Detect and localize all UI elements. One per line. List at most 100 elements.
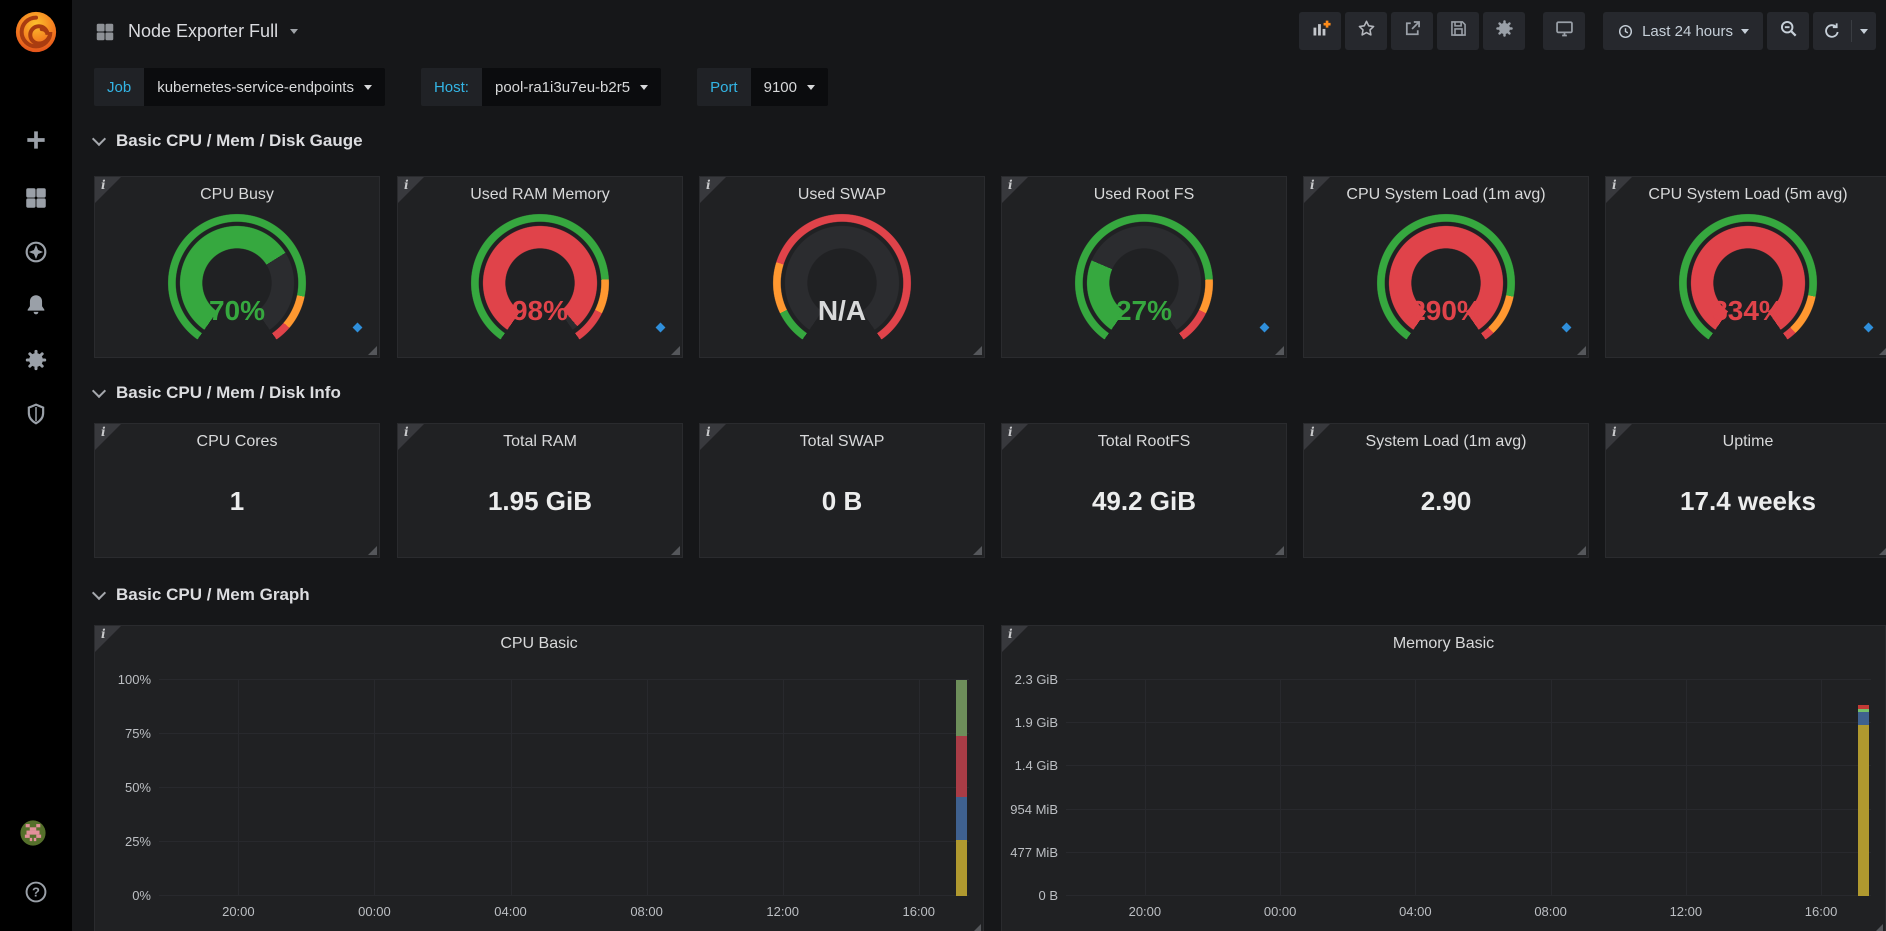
panel-title[interactable]: CPU System Load (1m avg): [1304, 186, 1588, 204]
y-axis-label: 100%: [81, 673, 151, 687]
annotation-marker: [1260, 323, 1270, 333]
dashboard-settings-button[interactable]: [1483, 12, 1525, 50]
gear-icon: [23, 347, 49, 378]
graph-plot-area[interactable]: 0 B477 MiB954 MiB1.4 GiB1.9 GiB2.3 GiB20…: [1066, 680, 1871, 896]
variable-value-dropdown[interactable]: kubernetes-service-endpoints: [144, 68, 385, 106]
panel-title[interactable]: Total RAM: [398, 433, 682, 451]
sidebar-item-help[interactable]: ?: [20, 876, 52, 908]
panel-title[interactable]: CPU Basic: [95, 635, 983, 653]
variable-value: 9100: [764, 79, 797, 96]
panel-title[interactable]: Used SWAP: [700, 186, 984, 204]
panel-title[interactable]: Used Root FS: [1002, 186, 1286, 204]
gridline: [919, 680, 920, 896]
panel-resize-handle[interactable]: [671, 346, 680, 355]
y-axis-label: 954 MiB: [988, 803, 1058, 817]
sidebar-item-alerting[interactable]: [20, 291, 52, 323]
sidebar-item-admin[interactable]: [20, 400, 52, 432]
gridline: [1066, 895, 1871, 896]
panel-title[interactable]: System Load (1m avg): [1304, 433, 1588, 451]
variable-label: Job: [94, 68, 144, 106]
panel-resize-handle[interactable]: [368, 346, 377, 355]
y-axis-label: 0%: [81, 889, 151, 903]
annotation-marker: [656, 323, 666, 333]
sidebar-item-create[interactable]: [20, 126, 52, 158]
panel-resize-handle[interactable]: [1879, 546, 1886, 555]
row-header-2[interactable]: Basic CPU / Mem / Disk Info: [94, 380, 341, 406]
annotation-marker: [1864, 323, 1874, 333]
add-panel-button[interactable]: [1299, 12, 1341, 50]
panel-title[interactable]: Uptime: [1606, 433, 1886, 451]
star-icon: [1356, 18, 1377, 44]
sidebar-item-configuration[interactable]: [20, 346, 52, 378]
panel-title[interactable]: CPU Busy: [95, 186, 379, 204]
refresh-button[interactable]: [1813, 12, 1851, 50]
panel: iCPU System Load (1m avg)290%: [1303, 176, 1589, 358]
variable-host[interactable]: Host: pool-ra1i3u7eu-b2r5: [421, 68, 661, 106]
variable-value: pool-ra1i3u7eu-b2r5: [495, 79, 630, 96]
variable-port[interactable]: Port 9100: [697, 68, 828, 106]
user-avatar[interactable]: [20, 820, 52, 852]
panel-resize-handle[interactable]: [671, 546, 680, 555]
grafana-dashboard: ? Node Exporter Full Last 24 hours Job k…: [0, 0, 1886, 931]
series-area-segment: [1858, 712, 1869, 725]
stat-value: 1: [95, 486, 379, 517]
dashboard-toolbar: Last 24 hours: [1295, 12, 1876, 50]
time-range-picker[interactable]: Last 24 hours: [1603, 12, 1763, 50]
panel: iCPU Basic0%25%50%75%100%20:0000:0004:00…: [94, 625, 984, 931]
sidebar-item-dashboards[interactable]: [20, 184, 52, 216]
panel-title[interactable]: Total SWAP: [700, 433, 984, 451]
save-dashboard-button[interactable]: [1437, 12, 1479, 50]
panel-resize-handle[interactable]: [1874, 924, 1883, 931]
row-header-3[interactable]: Basic CPU / Mem Graph: [94, 582, 310, 608]
series-area-segment: [956, 680, 967, 736]
top-navbar: Node Exporter Full Last 24 hours: [72, 0, 1886, 63]
stat-value: 2.90: [1304, 486, 1588, 517]
variable-label: Host:: [421, 68, 482, 106]
share-dashboard-button[interactable]: [1391, 12, 1433, 50]
panel-resize-handle[interactable]: [1577, 346, 1586, 355]
gauge-value-arc: [167, 213, 307, 353]
panel-title[interactable]: Used RAM Memory: [398, 186, 682, 204]
row-header-1[interactable]: Basic CPU / Mem / Disk Gauge: [94, 128, 363, 154]
chevron-down-icon: [807, 85, 815, 90]
refresh-interval-caret[interactable]: [1852, 12, 1876, 50]
panel-resize-handle[interactable]: [973, 346, 982, 355]
panel-title[interactable]: Total RootFS: [1002, 433, 1286, 451]
zoom-out-button[interactable]: [1767, 12, 1809, 50]
gauge-value: N/A: [772, 295, 912, 327]
panel-resize-handle[interactable]: [973, 546, 982, 555]
cycle-view-button[interactable]: [1543, 12, 1585, 50]
x-axis-label: 00:00: [1245, 904, 1315, 919]
gridline: [1066, 722, 1871, 723]
variable-value-dropdown[interactable]: pool-ra1i3u7eu-b2r5: [482, 68, 661, 106]
panel-title[interactable]: Memory Basic: [1002, 635, 1885, 653]
gauge: 98%: [470, 213, 610, 343]
panel-resize-handle[interactable]: [1275, 346, 1284, 355]
panel-title[interactable]: CPU System Load (5m avg): [1606, 186, 1886, 204]
gauge-value: 290%: [1376, 295, 1516, 327]
gauge-value: 334%: [1678, 295, 1818, 327]
refresh-icon: [1822, 21, 1842, 41]
x-axis-label: 20:00: [203, 904, 273, 919]
variable-value-dropdown[interactable]: 9100: [751, 68, 828, 106]
gauge-value-arc: [1678, 213, 1818, 353]
mark-favorite-button[interactable]: [1345, 12, 1387, 50]
grafana-logo[interactable]: [13, 9, 59, 55]
panel-resize-handle[interactable]: [972, 924, 981, 931]
variable-job[interactable]: Job kubernetes-service-endpoints: [94, 68, 385, 106]
panel-resize-handle[interactable]: [1879, 346, 1886, 355]
x-axis-label: 16:00: [1786, 904, 1856, 919]
panel: iUsed SWAPN/A: [699, 176, 985, 358]
chevron-down-icon: [92, 132, 106, 146]
dashboard-title[interactable]: Node Exporter Full: [128, 21, 278, 42]
sidebar-item-explore[interactable]: [20, 238, 52, 270]
panel: iTotal SWAP0 B: [699, 423, 985, 558]
panel-title[interactable]: CPU Cores: [95, 433, 379, 451]
series-area-segment: [956, 736, 967, 796]
graph-plot-area[interactable]: 0%25%50%75%100%20:0000:0004:0008:0012:00…: [159, 680, 969, 896]
panel-resize-handle[interactable]: [1275, 546, 1284, 555]
panel-resize-handle[interactable]: [368, 546, 377, 555]
annotation-marker: [1562, 323, 1572, 333]
panel-resize-handle[interactable]: [1577, 546, 1586, 555]
series-area-segment: [1858, 709, 1869, 712]
